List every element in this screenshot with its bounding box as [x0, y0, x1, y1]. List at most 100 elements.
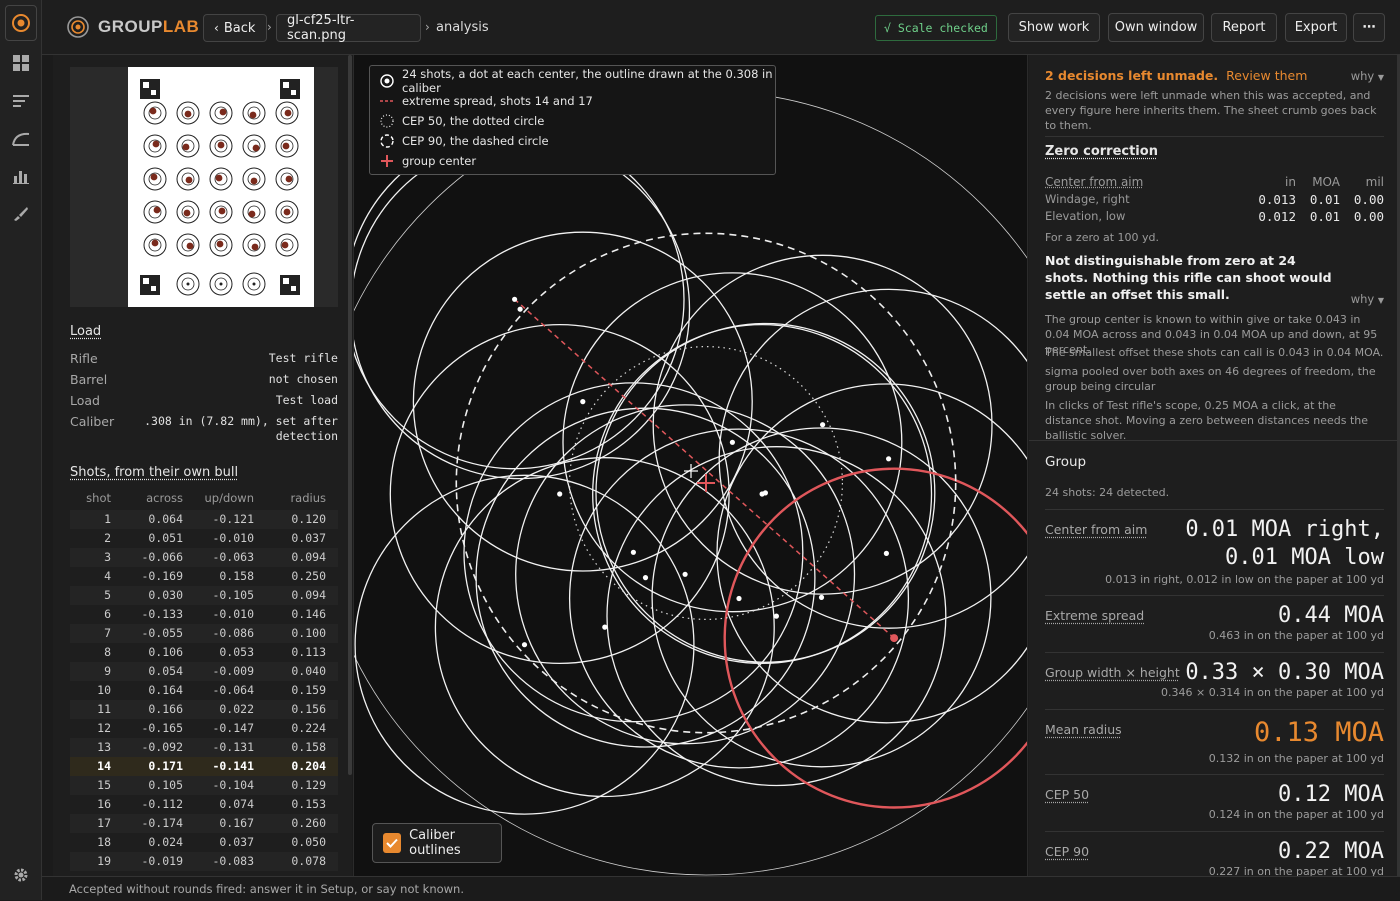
- chevron-right-icon: ›: [267, 20, 272, 34]
- table-cell: -0.165: [141, 721, 183, 735]
- shots-section-title: Shots, from their own bull: [70, 465, 239, 480]
- settings-icon[interactable]: [12, 866, 30, 884]
- table-row[interactable]: 17 -0.174 0.167 0.260: [70, 814, 338, 833]
- load-row-load: Load Test load: [70, 393, 338, 408]
- scan-thumbnail[interactable]: [128, 67, 314, 307]
- qr-mark: [291, 90, 296, 95]
- table-row[interactable]: 3 -0.066 -0.063 0.094: [70, 548, 338, 567]
- table-cell: 0.146: [291, 607, 326, 621]
- why-dropdown-2[interactable]: why ▼: [1351, 292, 1384, 306]
- brand-logo-icon: [67, 16, 89, 38]
- bullet-hole: [219, 108, 227, 116]
- table-row[interactable]: 2 0.051 -0.010 0.037: [70, 529, 338, 548]
- table-row[interactable]: 9 0.054 -0.009 0.040: [70, 662, 338, 681]
- table-cell: 0.040: [291, 664, 326, 678]
- report-button[interactable]: Report: [1211, 13, 1277, 42]
- dashed-line-icon: [380, 94, 394, 108]
- table-row[interactable]: 19 -0.019 -0.083 0.078: [70, 852, 338, 871]
- own-window-button[interactable]: Own window: [1108, 13, 1204, 42]
- table-row[interactable]: 13 -0.092 -0.131 0.158: [70, 738, 338, 757]
- plus-icon: [380, 154, 394, 168]
- export-button[interactable]: Export: [1285, 13, 1347, 42]
- table-row[interactable]: 11 0.166 0.022 0.156: [70, 700, 338, 719]
- caliber-outlines-toggle[interactable]: Caliber outlines: [372, 823, 502, 863]
- table-row[interactable]: 12 -0.165 -0.147 0.224: [70, 719, 338, 738]
- qr-mark: [143, 82, 149, 88]
- shots-table: shot across up/down radius 1 0.064 -0.121 0…: [70, 491, 338, 871]
- table-cell: 0.166: [148, 702, 183, 716]
- table-cell: 0.053: [219, 645, 254, 659]
- shot-dot: [773, 613, 779, 619]
- metric-mean-radius: Mean radius 0.13 MOA 0.132 in on the pap…: [1045, 709, 1384, 773]
- brand[interactable]: GROUPLAB: [66, 15, 199, 39]
- curve-icon[interactable]: [11, 129, 31, 149]
- more-options-button[interactable]: ⋯: [1353, 13, 1385, 42]
- shot-dot: [736, 595, 742, 602]
- unmade-decisions-title: 2 decisions left unmade. Review them: [1045, 68, 1308, 83]
- table-cell: 14: [97, 759, 111, 773]
- table-cell: 9: [104, 664, 111, 678]
- table-cell: 0.022: [219, 702, 254, 716]
- shot-dot: [512, 296, 518, 302]
- qr-mark: [283, 278, 289, 284]
- table-cell: -0.133: [141, 607, 183, 621]
- caliber-outlines-label: Caliber outlines: [409, 828, 461, 858]
- table-row[interactable]: 16 -0.112 0.074 0.153: [70, 795, 338, 814]
- shot-dot: [883, 550, 890, 556]
- table-cell: -0.131: [212, 740, 254, 754]
- bull-center: [186, 282, 190, 286]
- grid-icon[interactable]: [11, 53, 31, 73]
- brand-name: GROUPLAB: [98, 17, 200, 36]
- review-them-link[interactable]: Review them: [1226, 68, 1307, 83]
- table-row[interactable]: 1 0.064 -0.121 0.120: [70, 510, 338, 529]
- table-row[interactable]: 7 -0.055 -0.086 0.100: [70, 624, 338, 643]
- list-icon[interactable]: [11, 91, 31, 111]
- app-logo-button[interactable]: [5, 5, 37, 41]
- bullet-hole: [251, 243, 259, 251]
- right-panel: 2 decisions left unmade. Review them why…: [1029, 55, 1400, 876]
- table-row[interactable]: 4 -0.169 0.158 0.250: [70, 567, 338, 586]
- shot-dot: [762, 490, 768, 496]
- shot-dot: [729, 439, 735, 445]
- breadcrumb-file[interactable]: gl-cf25-ltr-scan.png: [276, 13, 421, 43]
- table-cell: 0.171: [148, 759, 183, 773]
- table-row[interactable]: 6 -0.133 -0.010 0.146: [70, 605, 338, 624]
- table-cell: -0.104: [212, 778, 254, 792]
- checkbox-checked-icon[interactable]: [383, 833, 402, 853]
- zero-note-4: In clicks of Test rifle's scope, 0.25 MO…: [1045, 399, 1369, 442]
- breadcrumb-file-label: gl-cf25-ltr-scan.png: [287, 13, 355, 43]
- metric-cep50: CEP 50 0.12 MOA 0.124 in on the paper at…: [1045, 774, 1384, 831]
- top-bar: GROUPLAB ‹ Back › gl-cf25-ltr-scan.png ›…: [42, 0, 1400, 55]
- why-dropdown-1[interactable]: why ▼: [1351, 69, 1384, 83]
- left-panel-scrollbar[interactable]: [348, 55, 352, 775]
- bullet-hole: [249, 111, 257, 119]
- table-row[interactable]: 5 0.030 -0.105 0.094: [70, 586, 338, 605]
- brush-icon[interactable]: [11, 204, 31, 224]
- bullet-hole: [183, 209, 191, 217]
- table-cell: -0.010: [212, 531, 254, 545]
- legend-cep90: CEP 90, the dashed circle: [380, 132, 549, 150]
- shot-dot: [580, 399, 586, 405]
- caliber-outline: [716, 383, 1027, 724]
- left-rail: [0, 0, 42, 900]
- divider: [1045, 136, 1384, 137]
- shot-dot: [521, 642, 528, 648]
- shot-dot: [642, 575, 649, 581]
- caret-down-icon: ▼: [1377, 73, 1384, 82]
- chevron-right-icon: ›: [425, 20, 430, 34]
- group-plot-canvas[interactable]: 24 shots, a dot at each center, the outl…: [353, 55, 1028, 876]
- table-row[interactable]: 8 0.106 0.053 0.113: [70, 643, 338, 662]
- table-cell: -0.112: [141, 797, 183, 811]
- bar-chart-icon[interactable]: [11, 166, 31, 186]
- metric-extreme-spread: Extreme spread 0.44 MOA 0.463 in on the …: [1045, 595, 1384, 652]
- table-row[interactable]: 14 0.171 -0.141 0.204: [70, 757, 338, 776]
- caliber-outline-highlighted: [723, 467, 1027, 809]
- table-row[interactable]: 18 0.024 0.037 0.050: [70, 833, 338, 852]
- back-button[interactable]: ‹ Back: [203, 14, 267, 42]
- show-work-button[interactable]: Show work: [1008, 13, 1100, 42]
- table-row[interactable]: 15 0.105 -0.104 0.129: [70, 776, 338, 795]
- table-row[interactable]: 10 0.164 -0.064 0.159: [70, 681, 338, 700]
- load-row-caliber: Caliber .308 in (7.82 mm), set after dete…: [70, 414, 338, 443]
- target-sheet-image: [140, 79, 300, 296]
- table-cell: 0.260: [291, 816, 326, 830]
